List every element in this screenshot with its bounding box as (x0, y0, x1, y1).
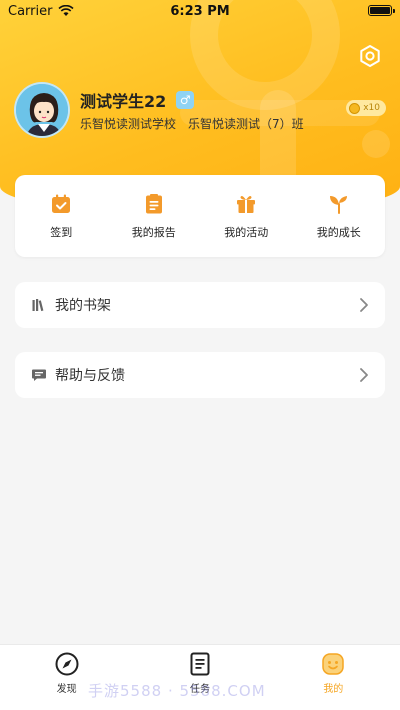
menu-item-help-feedback[interactable]: 帮助与反馈 (15, 352, 385, 398)
carrier-label: Carrier (8, 3, 53, 19)
quick-action-growth[interactable]: 我的成长 (299, 192, 379, 240)
chevron-right-icon (360, 298, 368, 312)
quick-action-checkin[interactable]: 签到 (21, 192, 101, 240)
coin-count: x10 (363, 103, 380, 113)
quick-action-label: 我的成长 (316, 226, 361, 239)
bookshelf-icon (32, 299, 44, 312)
tab-label: 任务 (189, 684, 210, 695)
report-icon (145, 194, 162, 214)
quick-actions-card: 签到 我的报告 我的活动 我的成长 (15, 175, 385, 257)
bottom-tab-bar: 发现 任务 我的 (0, 644, 400, 710)
chat-bubble-icon (32, 369, 46, 381)
quick-action-activities[interactable]: 我的活动 (206, 192, 286, 240)
checklist-icon (190, 652, 210, 676)
status-bar: Carrier 6:23 PM (0, 0, 400, 22)
school-class-label: 乐智悦读测试学校 乐智悦读测试（7）班 (80, 117, 304, 131)
quick-action-label: 签到 (50, 226, 73, 239)
menu-item-label: 帮助与反馈 (55, 368, 125, 384)
chevron-right-icon (360, 368, 368, 382)
calendar-check-icon (52, 194, 71, 213)
header-decoration (362, 130, 390, 158)
battery-icon (368, 5, 395, 16)
avatar[interactable] (14, 82, 70, 138)
quick-action-label: 我的活动 (224, 226, 269, 239)
smiley-face-icon (322, 653, 345, 675)
tab-tasks[interactable]: 任务 (133, 645, 266, 710)
quick-action-report[interactable]: 我的报告 (114, 192, 194, 240)
wifi-icon (58, 5, 75, 16)
menu-item-bookshelf[interactable]: 我的书架 (15, 282, 385, 328)
tab-mine[interactable]: 我的 (267, 645, 400, 710)
tab-label: 我的 (323, 684, 344, 695)
gift-icon (237, 196, 256, 213)
gender-male-icon: ♂ (176, 91, 195, 109)
compass-icon (55, 652, 79, 676)
menu-item-label: 我的书架 (55, 298, 111, 314)
settings-gear-icon[interactable] (358, 44, 382, 68)
tab-label: 发现 (56, 684, 77, 695)
coin-badge[interactable]: x10 (346, 100, 386, 116)
coin-icon (349, 102, 361, 114)
tab-discover[interactable]: 发现 (0, 645, 133, 710)
sprout-icon (329, 196, 347, 214)
quick-action-label: 我的报告 (131, 226, 176, 239)
student-name: 测试学生22 (80, 92, 167, 111)
